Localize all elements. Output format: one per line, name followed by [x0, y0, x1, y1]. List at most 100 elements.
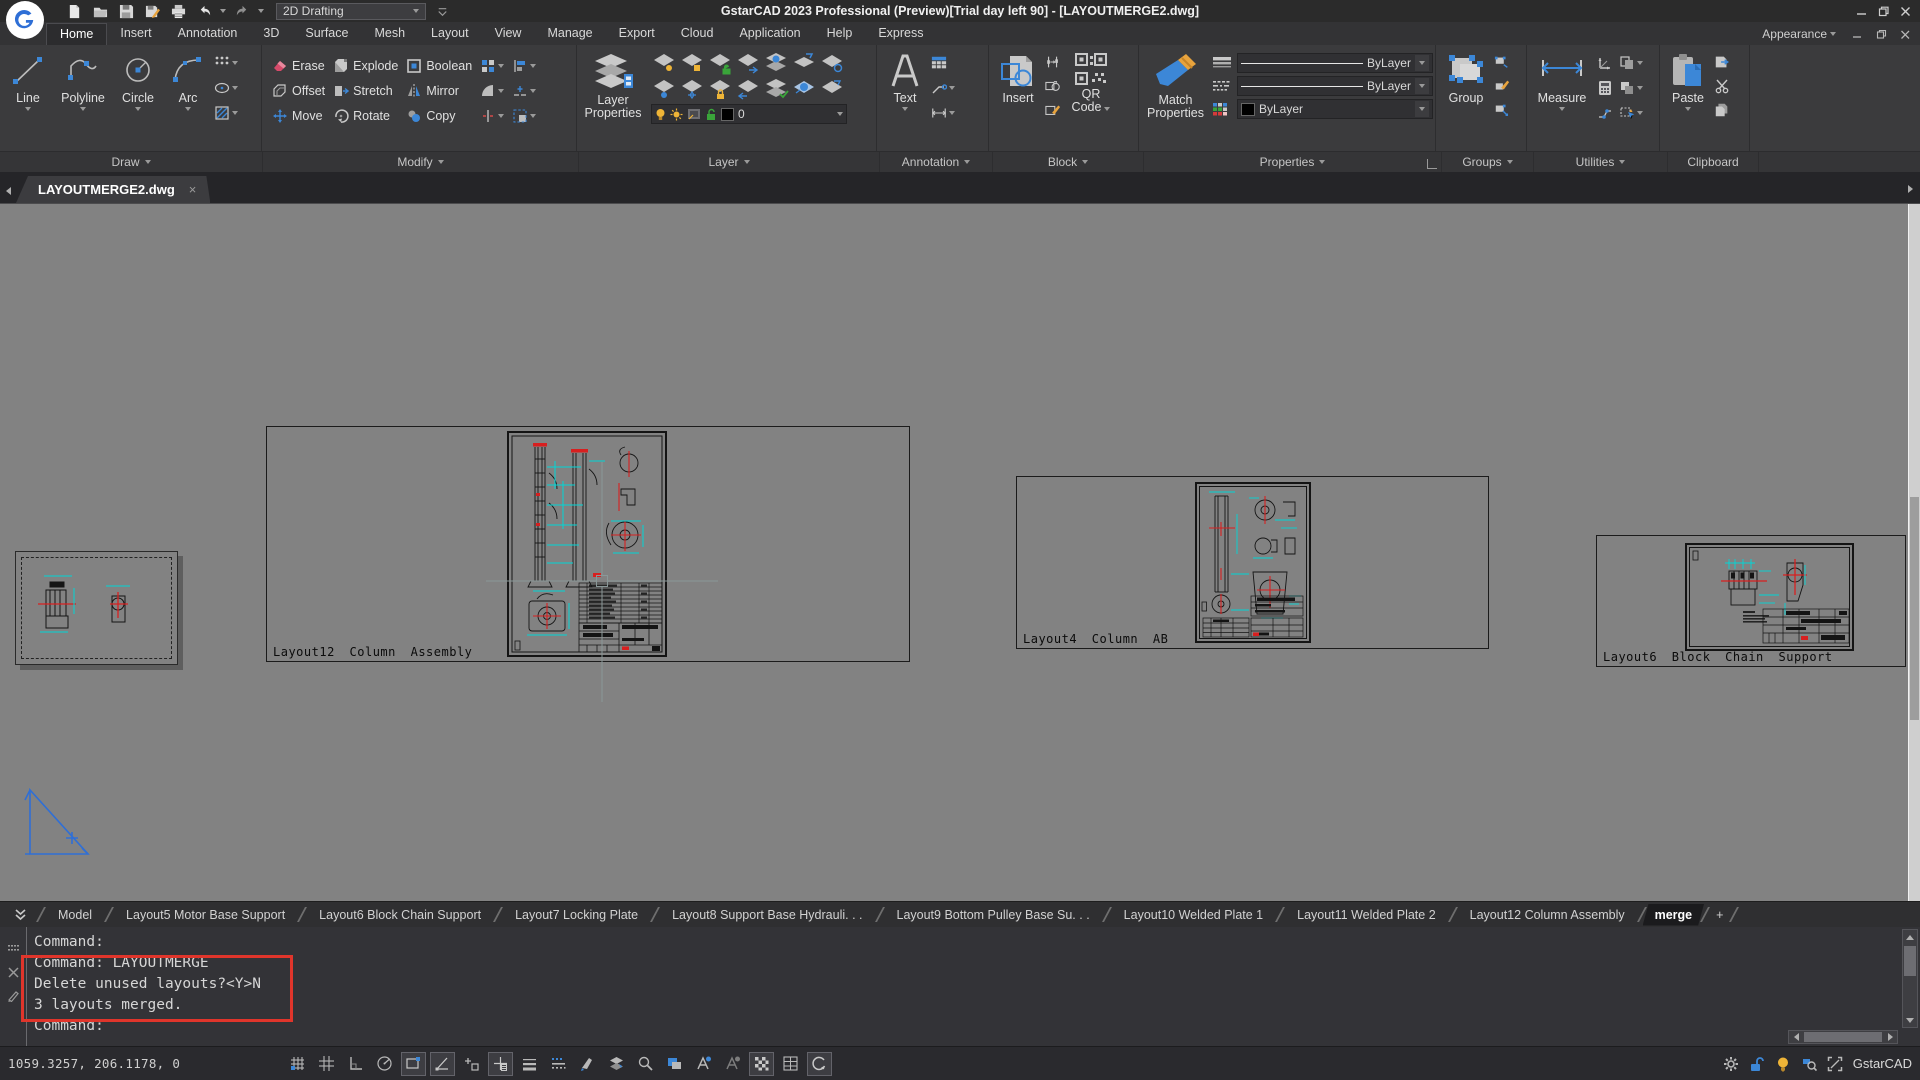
doc-tab-close-icon[interactable]: ×	[189, 182, 197, 197]
erase-button[interactable]: Erase	[272, 55, 325, 76]
rotate-button[interactable]: Rotate	[333, 105, 398, 126]
3d-object-snap-toggle[interactable]	[604, 1052, 629, 1076]
doc-restore-button[interactable]	[1870, 25, 1892, 43]
circle-button[interactable]: Circle	[114, 49, 162, 149]
align-button[interactable]	[512, 56, 536, 76]
doc-tab-scroll-right[interactable]	[1902, 177, 1918, 201]
save-icon[interactable]	[116, 2, 136, 20]
layer-match-button[interactable]	[791, 51, 817, 75]
clean-screen-toggle[interactable]	[807, 1052, 832, 1076]
feedback-search-icon[interactable]	[1801, 1056, 1817, 1072]
polyline-button[interactable]: Polyline	[54, 49, 112, 149]
id-point-button[interactable]	[1597, 53, 1613, 73]
tab-annotation[interactable]: Annotation	[165, 23, 251, 45]
unlock-icon[interactable]	[1749, 1056, 1765, 1072]
tab-surface[interactable]: Surface	[292, 23, 361, 45]
layer-isolate-button[interactable]	[735, 51, 761, 75]
command-history[interactable]: Command: Command: LAYOUTMERGE Delete unu…	[34, 932, 1800, 1037]
group-select-button[interactable]	[1494, 100, 1510, 120]
layout4-preview[interactable]: Layout4 Column AB	[1016, 476, 1489, 649]
merge-layout-preview[interactable]	[15, 551, 178, 665]
scroll-up-icon[interactable]	[1903, 930, 1917, 944]
tab-view[interactable]: View	[482, 23, 535, 45]
command-hscroll-thumb[interactable]	[1804, 1032, 1882, 1042]
workspace-switch-toggle[interactable]	[662, 1052, 687, 1076]
layer-vpfreeze-button[interactable]	[791, 77, 817, 101]
layer-walk-button[interactable]	[735, 77, 761, 101]
copy-base-button[interactable]	[1714, 100, 1730, 120]
ungroup-button[interactable]	[1494, 52, 1510, 72]
new-file-icon[interactable]	[64, 2, 84, 20]
close-command-icon[interactable]	[7, 966, 20, 979]
tab-layout11[interactable]: Layout11 Welded Plate 2	[1281, 904, 1452, 926]
hatch-button[interactable]	[214, 103, 238, 123]
doc-close-button[interactable]	[1894, 25, 1916, 43]
document-tab-active[interactable]: LAYOUTMERGE2.dwg ×	[16, 176, 210, 203]
tab-model[interactable]: Model	[42, 904, 108, 926]
layer-previous-button[interactable]	[819, 51, 845, 75]
edit-attribute-button[interactable]	[1045, 76, 1061, 96]
workspace-select[interactable]: 2D Drafting	[276, 3, 426, 20]
add-layout-tab[interactable]: +	[1706, 904, 1733, 926]
layer-properties-button[interactable]: Layer Properties	[581, 49, 645, 149]
tab-home[interactable]: Home	[46, 23, 107, 45]
block-panel-label[interactable]: Block	[993, 152, 1144, 172]
tab-application[interactable]: Application	[726, 23, 813, 45]
close-button[interactable]	[1894, 2, 1916, 20]
layer-delete-button[interactable]	[819, 77, 845, 101]
tab-express[interactable]: Express	[865, 23, 936, 45]
annotation-monitor-toggle[interactable]	[633, 1052, 658, 1076]
tab-layout8[interactable]: Layout8 Support Base Hydrauli. . .	[656, 904, 878, 926]
break-button[interactable]	[512, 81, 536, 101]
tab-merge-active[interactable]: merge	[1643, 904, 1705, 926]
tab-mesh[interactable]: Mesh	[361, 23, 418, 45]
polar-tracking-toggle[interactable]	[372, 1052, 397, 1076]
command-input-line[interactable]: Command:	[34, 1016, 1800, 1037]
customize-toolbar-icon[interactable]	[432, 2, 452, 20]
array-button[interactable]	[480, 56, 504, 76]
redo-dropdown-icon[interactable]	[258, 9, 264, 13]
ellipse-button[interactable]	[214, 78, 238, 98]
layer-make-current-button[interactable]	[763, 51, 789, 75]
tab-cloud[interactable]: Cloud	[668, 23, 727, 45]
tab-layout5[interactable]: Layout5 Motor Base Support	[110, 904, 301, 926]
selection-cycling-toggle[interactable]	[575, 1052, 600, 1076]
table-button[interactable]	[931, 53, 955, 73]
draw-panel-label[interactable]: Draw	[0, 152, 263, 172]
layer-on-button[interactable]	[651, 51, 677, 75]
match-properties-button[interactable]: Match Properties	[1147, 49, 1204, 149]
linetype-select[interactable]: ByLayer	[1237, 76, 1433, 96]
leader-button[interactable]	[931, 78, 955, 98]
define-attribute-button[interactable]	[1045, 52, 1061, 72]
plot-icon[interactable]	[168, 2, 188, 20]
text-button[interactable]: Text	[885, 49, 925, 149]
clipboard-panel-label[interactable]: Clipboard	[1668, 152, 1759, 172]
explode-button[interactable]: Explode	[333, 55, 398, 76]
scroll-left-icon[interactable]	[1789, 1031, 1803, 1043]
ortho-toggle[interactable]	[343, 1052, 368, 1076]
layer-merge-button[interactable]	[763, 77, 789, 101]
command-options-icon[interactable]	[7, 943, 20, 956]
command-window[interactable]: Command: Command: LAYOUTMERGE Delete unu…	[0, 927, 1920, 1046]
object-snap-toggle[interactable]	[430, 1052, 455, 1076]
move-button[interactable]: Move	[272, 105, 325, 126]
arc-button[interactable]: Arc	[164, 49, 212, 149]
layer-thaw-button[interactable]	[679, 77, 705, 101]
group-button[interactable]: Group	[1442, 49, 1490, 149]
grid-toggle[interactable]	[314, 1052, 339, 1076]
color-select[interactable]: ByLayer	[1237, 99, 1433, 119]
tab-insert[interactable]: Insert	[107, 23, 164, 45]
minimize-button[interactable]	[1850, 2, 1872, 20]
tab-layout10[interactable]: Layout10 Welded Plate 1	[1108, 904, 1279, 926]
drawing-canvas[interactable]: Layout12 Column Assembly	[0, 204, 1920, 901]
boolean-button[interactable]: Boolean	[406, 55, 472, 76]
tab-help[interactable]: Help	[814, 23, 866, 45]
open-file-icon[interactable]	[90, 2, 110, 20]
fast-select-button[interactable]	[1619, 103, 1643, 123]
layer-off-button[interactable]	[651, 77, 677, 101]
gstarcad-logo-icon[interactable]	[6, 1, 44, 39]
pencil-edit-icon[interactable]	[7, 989, 20, 1002]
layer-select[interactable]: 0	[651, 104, 847, 124]
copy-button[interactable]: Copy	[406, 105, 472, 126]
tab-layout[interactable]: Layout	[418, 23, 482, 45]
